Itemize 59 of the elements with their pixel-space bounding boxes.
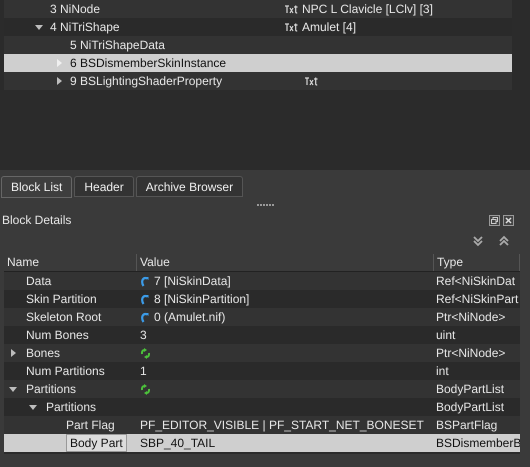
property-name: Partitions — [46, 400, 96, 414]
property-type: BSPartFlag — [436, 418, 498, 432]
expanded-arrow-icon[interactable] — [28, 402, 38, 412]
collapsed-arrow-icon[interactable] — [54, 76, 64, 86]
property-type: Ref<NiSkinDat — [436, 274, 516, 288]
property-type: BodyPartList — [436, 382, 504, 396]
property-type: int — [436, 364, 449, 378]
property-name: Num Partitions — [26, 364, 105, 378]
property-type: BodyPartList — [436, 400, 504, 414]
property-value: 7 [NiSkinData] — [154, 274, 231, 288]
block-label: 9 BSLightingShaderProperty — [70, 74, 222, 88]
property-row[interactable]: Bones Ptr<NiNode> — [4, 344, 520, 362]
property-name: Data — [26, 274, 52, 288]
property-value: PF_EDITOR_VISIBLE | PF_START_NET_BONESET — [140, 418, 424, 432]
property-type: Ref<NiSkinPart — [436, 292, 518, 306]
column-header[interactable]: Type — [434, 254, 520, 271]
property-name: Bones — [26, 346, 60, 360]
property-name: Body Part — [66, 434, 127, 452]
property-value: SBP_40_TAIL — [140, 436, 216, 450]
property-row[interactable]: Skeleton Root 0 (Amulet.nif) Ptr<NiNode> — [4, 308, 520, 326]
property-name: Num Bones — [26, 328, 89, 342]
block-label: 5 NiTriShapeData — [70, 38, 165, 52]
property-value: 8 [NiSkinPartition] — [154, 292, 250, 306]
block-label: 4 NiTriShape — [50, 20, 120, 34]
tree-row[interactable]: 6 BSDismemberSkinInstance — [4, 54, 512, 72]
double-chevron-up-icon[interactable] — [498, 235, 510, 247]
collapsed-arrow-icon[interactable] — [8, 348, 18, 358]
close-icon[interactable] — [503, 214, 514, 226]
property-type: uint — [436, 328, 456, 342]
block-name: NPC L Clavicle [LClv] [3] — [302, 2, 433, 16]
property-type: Ptr<NiNode> — [436, 346, 506, 360]
tab[interactable]: Block List — [1, 176, 72, 198]
panel-title: Block Details — [2, 213, 72, 227]
property-value: 3 — [140, 328, 147, 342]
tree-row[interactable]: 5 NiTriShapeData — [4, 36, 512, 54]
tree-row[interactable]: 9 BSLightingShaderProperty — [4, 72, 512, 90]
splitter-handle-icon[interactable] — [256, 204, 274, 207]
float-window-icon[interactable] — [489, 214, 500, 226]
property-value: 0 (Amulet.nif) — [154, 310, 226, 324]
property-type: Ptr<NiNode> — [436, 310, 506, 324]
tab[interactable]: Header — [74, 176, 134, 197]
column-header[interactable]: Name — [4, 254, 137, 271]
property-name: Skin Partition — [26, 292, 97, 306]
column-header[interactable]: Value — [137, 254, 434, 271]
block-label: 3 NiNode — [50, 2, 100, 16]
property-row[interactable]: Partitions BodyPartList — [4, 380, 520, 398]
expanded-arrow-icon[interactable] — [34, 22, 44, 32]
property-name: Part Flag — [66, 418, 115, 432]
property-value: 1 — [140, 364, 147, 378]
property-row[interactable]: Part Flag PF_EDITOR_VISIBLE | PF_START_NET_BONESET BSPartFlag — [4, 416, 520, 434]
tree-row[interactable]: 3 NiNode NPC L Clavicle [LClv] [3] — [4, 0, 512, 18]
block-name: Amulet [4] — [302, 20, 356, 34]
tab[interactable]: Archive Browser — [136, 176, 244, 197]
expanded-arrow-icon[interactable] — [8, 384, 18, 394]
double-chevron-down-icon[interactable] — [472, 235, 484, 247]
block-label: 6 BSDismemberSkinInstance — [70, 56, 226, 70]
property-name: Partitions — [26, 382, 76, 396]
property-name: Skeleton Root — [26, 310, 102, 324]
property-row[interactable]: Data 7 [NiSkinData] Ref<NiSkinDat — [4, 272, 520, 290]
